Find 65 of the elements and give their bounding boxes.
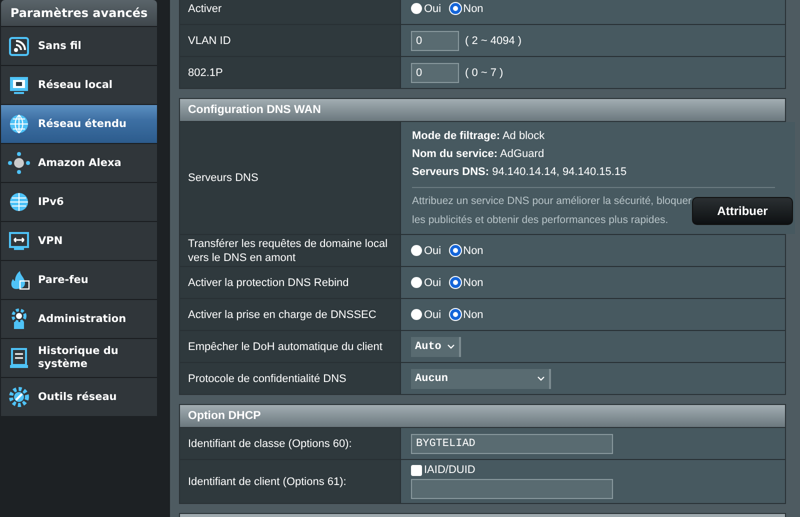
range-hint: ( 2 ~ 4094 )	[465, 34, 522, 46]
field-label: Identifiant de client (Options 61):	[180, 460, 401, 503]
monitor-icon	[8, 74, 30, 96]
sidebar-item[interactable]: Administration	[1, 299, 157, 338]
checkbox-label: IAID/DUID	[424, 464, 476, 476]
sidebar-item[interactable]: Pare-feu	[1, 260, 157, 299]
section-header: Option DHCP	[180, 405, 785, 428]
description-text: Attribuez un service DNS pour améliorer la sécurité, bloquer les publicités et obtenir des performances plus rapides.	[412, 194, 692, 228]
field-label: Activer la protection DNS Rebind	[180, 267, 401, 298]
dropdown[interactable]: Auto	[411, 336, 461, 356]
network-icon	[8, 152, 30, 174]
radio-button[interactable]	[411, 277, 422, 288]
radio-button[interactable]	[411, 245, 422, 256]
sidebar-item[interactable]: Réseau local	[1, 65, 157, 104]
sidebar-item[interactable]: Outils réseau	[1, 377, 157, 416]
monitor-icon	[8, 230, 30, 252]
field-label: Identifiant de classe (Options 60):	[180, 428, 401, 459]
info-line: Serveurs DNS: 94.140.14.14, 94.140.15.15	[412, 165, 628, 180]
sidebar-item[interactable]: VPN	[1, 221, 157, 260]
wifi-icon	[8, 35, 30, 57]
caret-icon	[447, 344, 455, 349]
radio-button[interactable]	[411, 3, 422, 14]
field-label: Protocole de confidentialité DNS	[180, 363, 401, 394]
field-label: Activer	[180, 0, 401, 24]
section-header: Configuration DNS WAN	[180, 99, 785, 122]
radio-button[interactable]	[450, 277, 462, 288]
option-label: Oui	[424, 2, 442, 14]
option-label: Non	[463, 308, 484, 320]
option-label: Non	[463, 2, 484, 14]
input-field[interactable]: 0	[411, 30, 459, 50]
sidebar-title: Paramètres avancés	[1, 0, 157, 26]
sidebar-item[interactable]: Sans fil	[1, 26, 157, 65]
range-hint: ( 0 ~ 7 )	[465, 66, 504, 78]
dropdown[interactable]: Aucun	[411, 368, 551, 388]
option-label: Oui	[424, 276, 442, 288]
checkbox[interactable]	[411, 464, 422, 476]
option-label: Oui	[424, 244, 442, 256]
input-field[interactable]	[411, 479, 613, 499]
sidebar-item[interactable]: Historique du système	[1, 338, 157, 377]
radio-button[interactable]	[450, 245, 462, 256]
option-label: Non	[463, 276, 484, 288]
sidebar-item[interactable]: Réseau étendu	[1, 104, 157, 143]
field-label: Empêcher le DoH automatique du client	[180, 331, 401, 362]
input-field[interactable]: 0	[411, 62, 459, 82]
radio-button[interactable]	[411, 309, 422, 320]
gear-icon	[8, 386, 30, 408]
field-label: VLAN ID	[180, 25, 401, 56]
info-line: Mode de filtrage: Ad block	[412, 129, 546, 144]
option-label: Oui	[424, 308, 442, 320]
option-label: Non	[463, 244, 484, 256]
field-label: Activer la prise en charge de DNSSEC	[180, 299, 401, 330]
input-field[interactable]: BYGTELIAD	[411, 434, 613, 454]
globe-icon	[8, 191, 30, 213]
field-label: Serveurs DNS	[180, 122, 401, 234]
sidebar-item[interactable]: Amazon Alexa	[1, 143, 157, 182]
globe-icon	[8, 113, 30, 135]
info-line: Nom du service: AdGuard	[412, 147, 546, 162]
document-icon	[8, 347, 30, 369]
radio-button[interactable]	[450, 309, 462, 320]
field-label: Transférer les requêtes de domaine local vers le DNS en amont	[180, 235, 401, 266]
radio-button[interactable]	[450, 3, 462, 14]
sidebar-item[interactable]: IPv6	[1, 182, 157, 221]
assign-button[interactable]: Attribuer	[692, 197, 793, 225]
field-label: 802.1P	[180, 57, 401, 88]
caret-icon	[537, 376, 545, 381]
